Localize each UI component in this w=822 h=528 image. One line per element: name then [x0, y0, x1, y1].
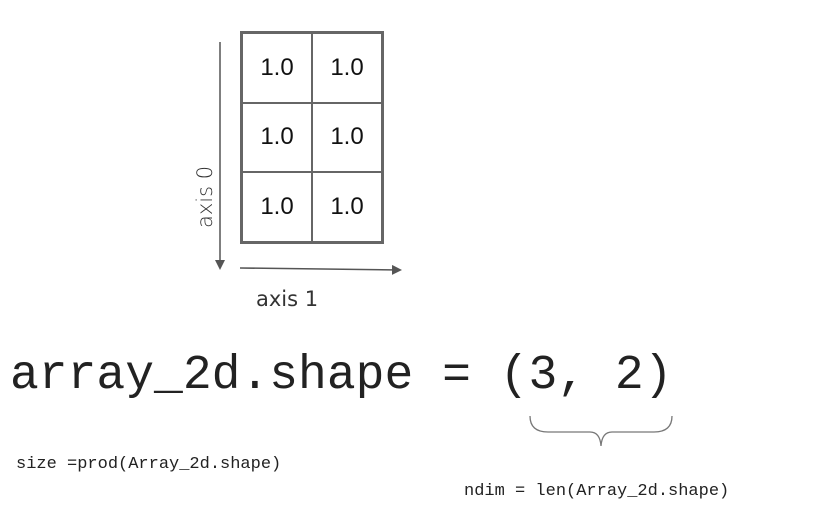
- shape-expression: array_2d.shape = (3, 2): [10, 349, 673, 403]
- axis0-label: axis 0: [193, 165, 217, 228]
- axis1-arrow: [239, 264, 402, 275]
- curly-brace: [529, 415, 673, 447]
- axis1-label: axis 1: [256, 287, 319, 311]
- size-expression: size =prod(Array_2d.shape): [16, 455, 282, 474]
- axes-and-brace: [215, 42, 673, 447]
- ndim-expression: ndim = len(Array_2d.shape): [464, 482, 730, 501]
